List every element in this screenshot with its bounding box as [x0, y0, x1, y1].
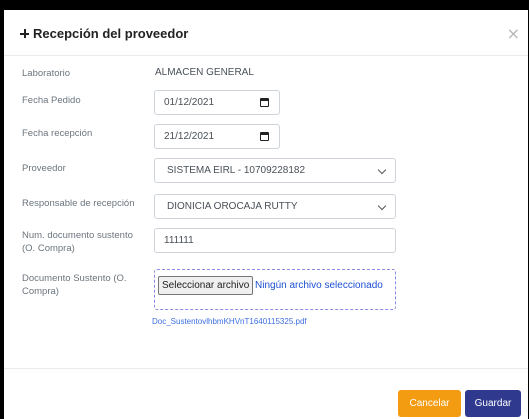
fecha-recepcion-input[interactable]: 21/12/2021 [154, 124, 280, 149]
reception-modal: Recepción del proveedor × Laboratorio AL… [4, 10, 528, 419]
laboratorio-value: ALMACEN GENERAL [155, 67, 254, 78]
document-link[interactable]: Doc_SustentovlhbmKHVnT1640115325.pdf [152, 317, 307, 326]
file-input[interactable]: Seleccionar archivo Ningún archivo selec… [154, 269, 396, 310]
laboratorio-label: Laboratorio [22, 68, 71, 79]
proveedor-select[interactable]: SISTEMA EIRL - 10709228182 [154, 158, 396, 183]
chevron-down-icon [377, 201, 387, 211]
proveedor-value: SISTEMA EIRL - 10709228182 [167, 165, 306, 176]
calendar-icon[interactable] [260, 132, 269, 141]
num-documento-label: Num. documento sustento (O. Compra) [22, 229, 142, 255]
documento-label-line2: Compra) [22, 286, 59, 297]
modal-header: Recepción del proveedor × [4, 10, 528, 56]
num-documento-label-line1: Num. documento sustento [22, 230, 133, 241]
calendar-icon[interactable] [260, 98, 269, 107]
chevron-down-icon [377, 165, 387, 175]
responsable-select[interactable]: DIONICIA OROCAJA RUTTY [154, 194, 396, 219]
fecha-pedido-input[interactable]: 01/12/2021 [154, 90, 280, 115]
footer-divider [4, 368, 528, 369]
responsable-label: Responsable de recepción [22, 198, 135, 209]
plus-icon [20, 29, 29, 38]
close-icon[interactable]: × [507, 24, 520, 43]
num-documento-input[interactable]: 111111 [154, 228, 396, 253]
fecha-pedido-label: Fecha Pedido [22, 95, 81, 106]
modal-title-text: Recepción del proveedor [33, 26, 189, 41]
proveedor-label: Proveedor [22, 163, 66, 174]
num-documento-value: 111111 [164, 235, 194, 246]
fecha-recepcion-label: Fecha recepción [22, 128, 93, 139]
num-documento-label-line2: (O. Compra) [22, 243, 75, 254]
file-status: Ningún archivo seleccionado [255, 280, 383, 291]
documento-label: Documento Sustento (O. Compra) [22, 272, 142, 298]
modal-title: Recepción del proveedor [20, 26, 188, 41]
fecha-recepcion-value: 21/12/2021 [164, 131, 215, 142]
save-button[interactable]: Guardar [465, 390, 521, 417]
select-file-button[interactable]: Seleccionar archivo [158, 276, 254, 295]
cancel-button[interactable]: Cancelar [398, 390, 461, 417]
responsable-value: DIONICIA OROCAJA RUTTY [167, 201, 298, 212]
fecha-pedido-value: 01/12/2021 [164, 97, 215, 108]
documento-label-line1: Documento Sustento (O. [22, 273, 127, 284]
